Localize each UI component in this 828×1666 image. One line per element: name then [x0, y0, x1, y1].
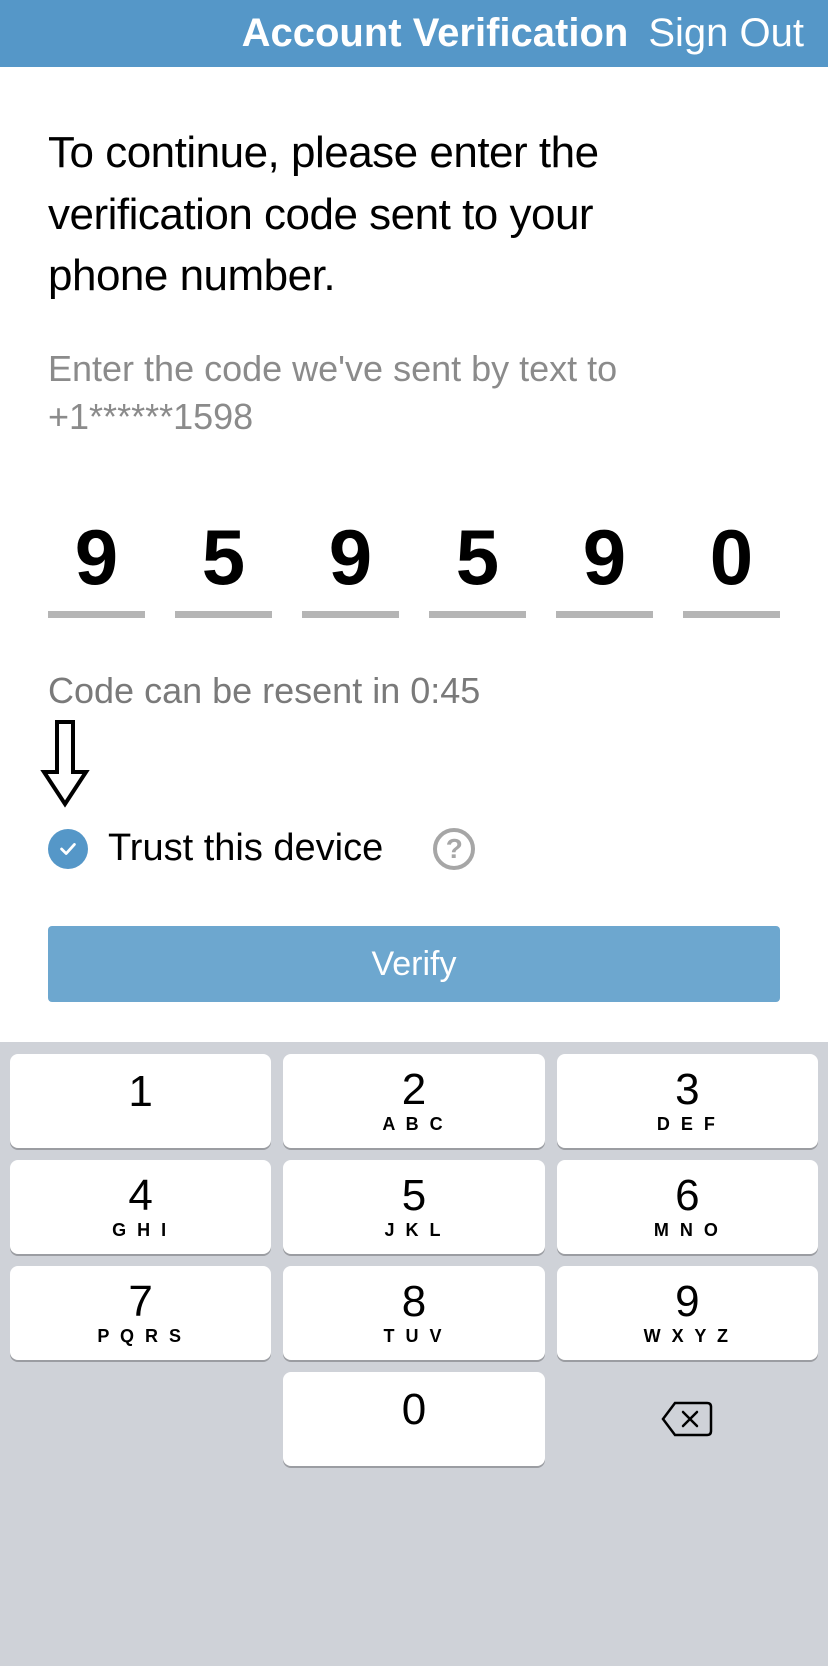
key-letters: P Q R S [97, 1326, 184, 1347]
key-letters: M N O [654, 1220, 721, 1241]
key-letters: W X Y Z [644, 1326, 731, 1347]
keypad-key-6[interactable]: 6M N O [557, 1160, 818, 1254]
trust-device-row: Trust this device ? [48, 827, 780, 870]
keypad-key-4[interactable]: 4G H I [10, 1160, 271, 1254]
code-digit-6[interactable]: 0 [683, 512, 780, 618]
code-digit-1[interactable]: 9 [48, 512, 145, 618]
keypad-key-8[interactable]: 8T U V [283, 1266, 544, 1360]
page-title: Account Verification [242, 11, 629, 56]
key-digit: 2 [402, 1068, 426, 1112]
key-digit: 5 [402, 1174, 426, 1218]
key-digit: 1 [128, 1070, 152, 1114]
code-digit-2[interactable]: 5 [175, 512, 272, 618]
numeric-keypad: 12A B C3D E F4G H I5J K L6M N O7P Q R S8… [0, 1042, 828, 1666]
sign-out-link[interactable]: Sign Out [648, 11, 804, 56]
subtext: Enter the code we've sent by text to +1*… [48, 345, 780, 442]
key-letters: G H I [112, 1220, 169, 1241]
keypad-key-5[interactable]: 5J K L [283, 1160, 544, 1254]
instruction-text: To continue, please enter the verificati… [48, 122, 780, 307]
keypad-key-1[interactable]: 1 [10, 1054, 271, 1148]
help-icon[interactable]: ? [433, 828, 475, 870]
code-input-row: 9 5 9 5 9 0 [48, 512, 780, 618]
keypad-key-9[interactable]: 9W X Y Z [557, 1266, 818, 1360]
keypad-key-7[interactable]: 7P Q R S [10, 1266, 271, 1360]
keypad-backspace[interactable] [557, 1372, 818, 1466]
key-digit: 8 [402, 1280, 426, 1324]
keypad-spacer [10, 1372, 271, 1466]
keypad-key-3[interactable]: 3D E F [557, 1054, 818, 1148]
backspace-icon [661, 1400, 713, 1438]
key-letters: T U V [383, 1326, 444, 1347]
key-digit: 9 [675, 1280, 699, 1324]
key-digit: 7 [128, 1280, 152, 1324]
resend-timer: Code can be resent in 0:45 [48, 670, 780, 712]
trust-device-label: Trust this device [108, 827, 383, 870]
header-bar: Account Verification Sign Out [0, 0, 828, 67]
key-digit: 0 [402, 1388, 426, 1432]
code-digit-3[interactable]: 9 [302, 512, 399, 618]
key-letters: D E F [657, 1114, 718, 1135]
key-letters: J K L [384, 1220, 443, 1241]
code-digit-5[interactable]: 9 [556, 512, 653, 618]
key-digit: 4 [128, 1174, 152, 1218]
arrow-down-icon [40, 720, 780, 813]
keypad-key-0[interactable]: 0 [283, 1372, 544, 1466]
verify-button[interactable]: Verify [48, 926, 780, 1002]
key-digit: 3 [675, 1068, 699, 1112]
checkmark-icon [57, 838, 79, 860]
content-area: To continue, please enter the verificati… [0, 67, 828, 1042]
keypad-key-2[interactable]: 2A B C [283, 1054, 544, 1148]
key-letters: A B C [382, 1114, 445, 1135]
key-digit: 6 [675, 1174, 699, 1218]
trust-device-checkbox[interactable] [48, 829, 88, 869]
code-digit-4[interactable]: 5 [429, 512, 526, 618]
